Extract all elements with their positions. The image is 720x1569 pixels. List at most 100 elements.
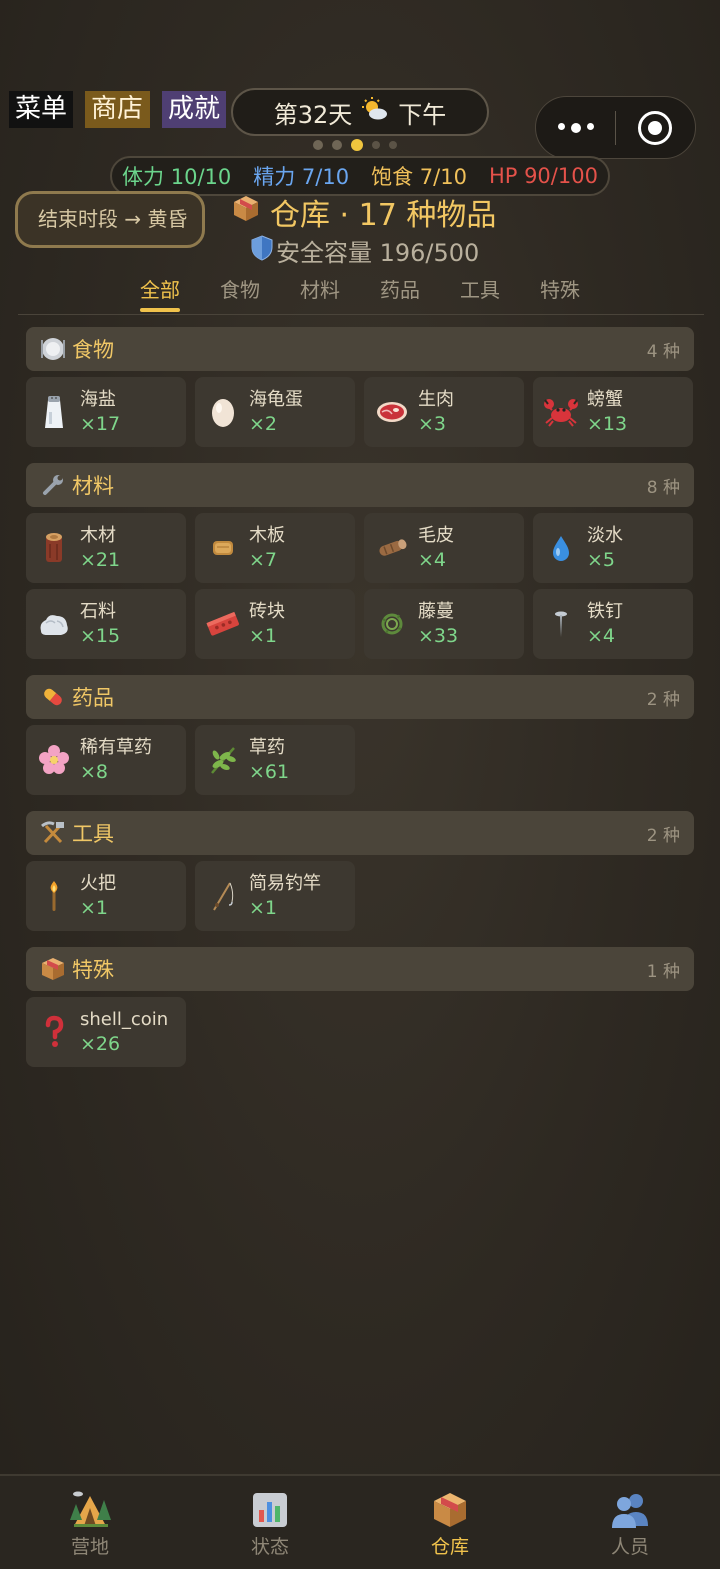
tab-1[interactable]: 食物	[220, 274, 260, 303]
more-options-icon[interactable]	[536, 122, 615, 133]
item-name: 砖块	[249, 601, 285, 622]
item-card[interactable]: 砖块 ×1	[195, 589, 355, 659]
category-tabs: 全部 食物 材料 药品 工具 特殊	[0, 270, 720, 316]
item-card[interactable]: 海盐 ×17	[26, 377, 186, 447]
page-dot[interactable]	[389, 141, 397, 149]
nav-item-1[interactable]: 状态	[180, 1476, 360, 1569]
item-text: 铁钉 ×4	[587, 600, 623, 648]
item-text: 海盐 ×17	[80, 388, 120, 436]
item-card[interactable]: 稀有草药 ×8	[26, 725, 186, 795]
item-text: 简易钓竿 ×1	[249, 872, 321, 920]
package-icon	[428, 1490, 472, 1530]
item-card[interactable]: 毛皮 ×4	[364, 513, 524, 583]
crab-icon	[541, 392, 581, 432]
section-header-medicine[interactable]: 药品 2 种	[26, 675, 694, 719]
item-text: shell_coin ×26	[80, 1008, 168, 1056]
item-name: 稀有草药	[80, 737, 152, 758]
section-title: 药品	[72, 686, 114, 710]
nav-label: 营地	[70, 1536, 109, 1558]
tab-2[interactable]: 材料	[300, 274, 340, 303]
sun-cloud-icon	[362, 97, 388, 127]
page-dot[interactable]	[313, 140, 323, 150]
item-name: 螃蟹	[587, 389, 623, 410]
plank-icon	[203, 528, 243, 568]
tab-0[interactable]: 全部	[140, 274, 180, 303]
vine-icon	[372, 604, 412, 644]
hp-stat: HP 90/100	[488, 164, 598, 188]
section-header-tools[interactable]: 工具 2 种	[26, 811, 694, 855]
item-card[interactable]: 木板 ×7	[195, 513, 355, 583]
item-text: 木材 ×21	[80, 524, 120, 572]
page-dot[interactable]	[332, 140, 342, 150]
item-quantity: ×33	[418, 625, 459, 647]
tab-5[interactable]: 特殊	[540, 274, 580, 303]
bottom-nav: 营地 状态 仓库 人员	[0, 1474, 720, 1569]
item-card[interactable]: 简易钓竿 ×1	[195, 861, 355, 931]
mini-program-capsule	[535, 96, 696, 159]
end-period-button[interactable]: 结束时段 → 黄昏	[15, 191, 205, 248]
item-quantity: ×8	[80, 761, 109, 783]
achievements-button[interactable]: 成就	[162, 91, 226, 128]
item-name: 海盐	[80, 389, 116, 410]
item-card[interactable]: 石料 ×15	[26, 589, 186, 659]
item-card[interactable]: 藤蔓 ×33	[364, 589, 524, 659]
item-quantity: ×5	[587, 549, 616, 571]
item-name: 海龟蛋	[249, 389, 303, 410]
item-card[interactable]: 木材 ×21	[26, 513, 186, 583]
tab-3[interactable]: 药品	[380, 274, 420, 303]
item-card[interactable]: 生肉 ×3	[364, 377, 524, 447]
item-text: 石料 ×15	[80, 600, 120, 648]
item-text: 毛皮 ×4	[418, 524, 454, 572]
tab-4[interactable]: 工具	[460, 274, 500, 303]
nav-item-2[interactable]: 仓库	[360, 1476, 540, 1569]
section-title: 特殊	[72, 958, 114, 982]
item-name: 木板	[249, 525, 285, 546]
item-name: 铁钉	[587, 601, 623, 622]
item-quantity: ×4	[418, 549, 447, 571]
item-name: 火把	[80, 873, 116, 894]
item-card[interactable]: 铁钉 ×4	[533, 589, 693, 659]
item-text: 螃蟹 ×13	[587, 388, 627, 436]
item-card[interactable]: 淡水 ×5	[533, 513, 693, 583]
page-dots	[313, 139, 397, 151]
page-title: 仓库 · 17 种物品	[232, 190, 496, 234]
section-header-food[interactable]: 食物 4 种	[26, 327, 694, 371]
chart-icon	[248, 1490, 292, 1530]
section-count: 1 种	[646, 961, 680, 982]
shop-button[interactable]: 商店	[85, 91, 150, 128]
item-quantity: ×2	[249, 413, 278, 435]
item-text: 淡水 ×5	[587, 524, 623, 572]
item-card[interactable]: 草药 ×61	[195, 725, 355, 795]
nav-item-3[interactable]: 人员	[540, 1476, 720, 1569]
page-dot[interactable]	[372, 141, 380, 149]
menu-button[interactable]: 菜单	[9, 91, 73, 128]
salt-shaker-icon	[34, 392, 74, 432]
section-header-special[interactable]: 特殊 1 种	[26, 947, 694, 991]
warehouse-title: 仓库 · 17 种物品	[270, 198, 497, 233]
day-indicator[interactable]: 第32天 下午	[231, 88, 489, 136]
satiety-stat: 饱食 7/10	[371, 165, 467, 189]
hammer-pick-icon	[40, 820, 66, 846]
item-text: 草药 ×61	[249, 736, 289, 784]
item-name: 毛皮	[418, 525, 454, 546]
item-card[interactable]: shell_coin ×26	[26, 997, 186, 1067]
nav-label: 仓库	[430, 1536, 469, 1558]
people-icon	[608, 1490, 652, 1530]
close-target-icon[interactable]	[616, 110, 695, 145]
nav-item-0[interactable]: 营地	[0, 1476, 180, 1569]
item-name: 生肉	[418, 389, 454, 410]
plate-icon	[40, 336, 66, 362]
page-dot[interactable]	[351, 139, 363, 151]
item-name: 草药	[249, 737, 285, 758]
section-header-materials[interactable]: 材料 8 种	[26, 463, 694, 507]
herb-icon	[203, 740, 243, 780]
item-quantity: ×17	[80, 413, 121, 435]
capacity-text: 安全容量 196/500	[276, 239, 480, 267]
item-quantity: ×13	[587, 413, 628, 435]
item-quantity: ×1	[249, 625, 278, 647]
item-card[interactable]: 火把 ×1	[26, 861, 186, 931]
item-text: 木板 ×7	[249, 524, 285, 572]
item-card[interactable]: 海龟蛋 ×2	[195, 377, 355, 447]
flower-icon	[34, 740, 74, 780]
item-card[interactable]: 螃蟹 ×13	[533, 377, 693, 447]
